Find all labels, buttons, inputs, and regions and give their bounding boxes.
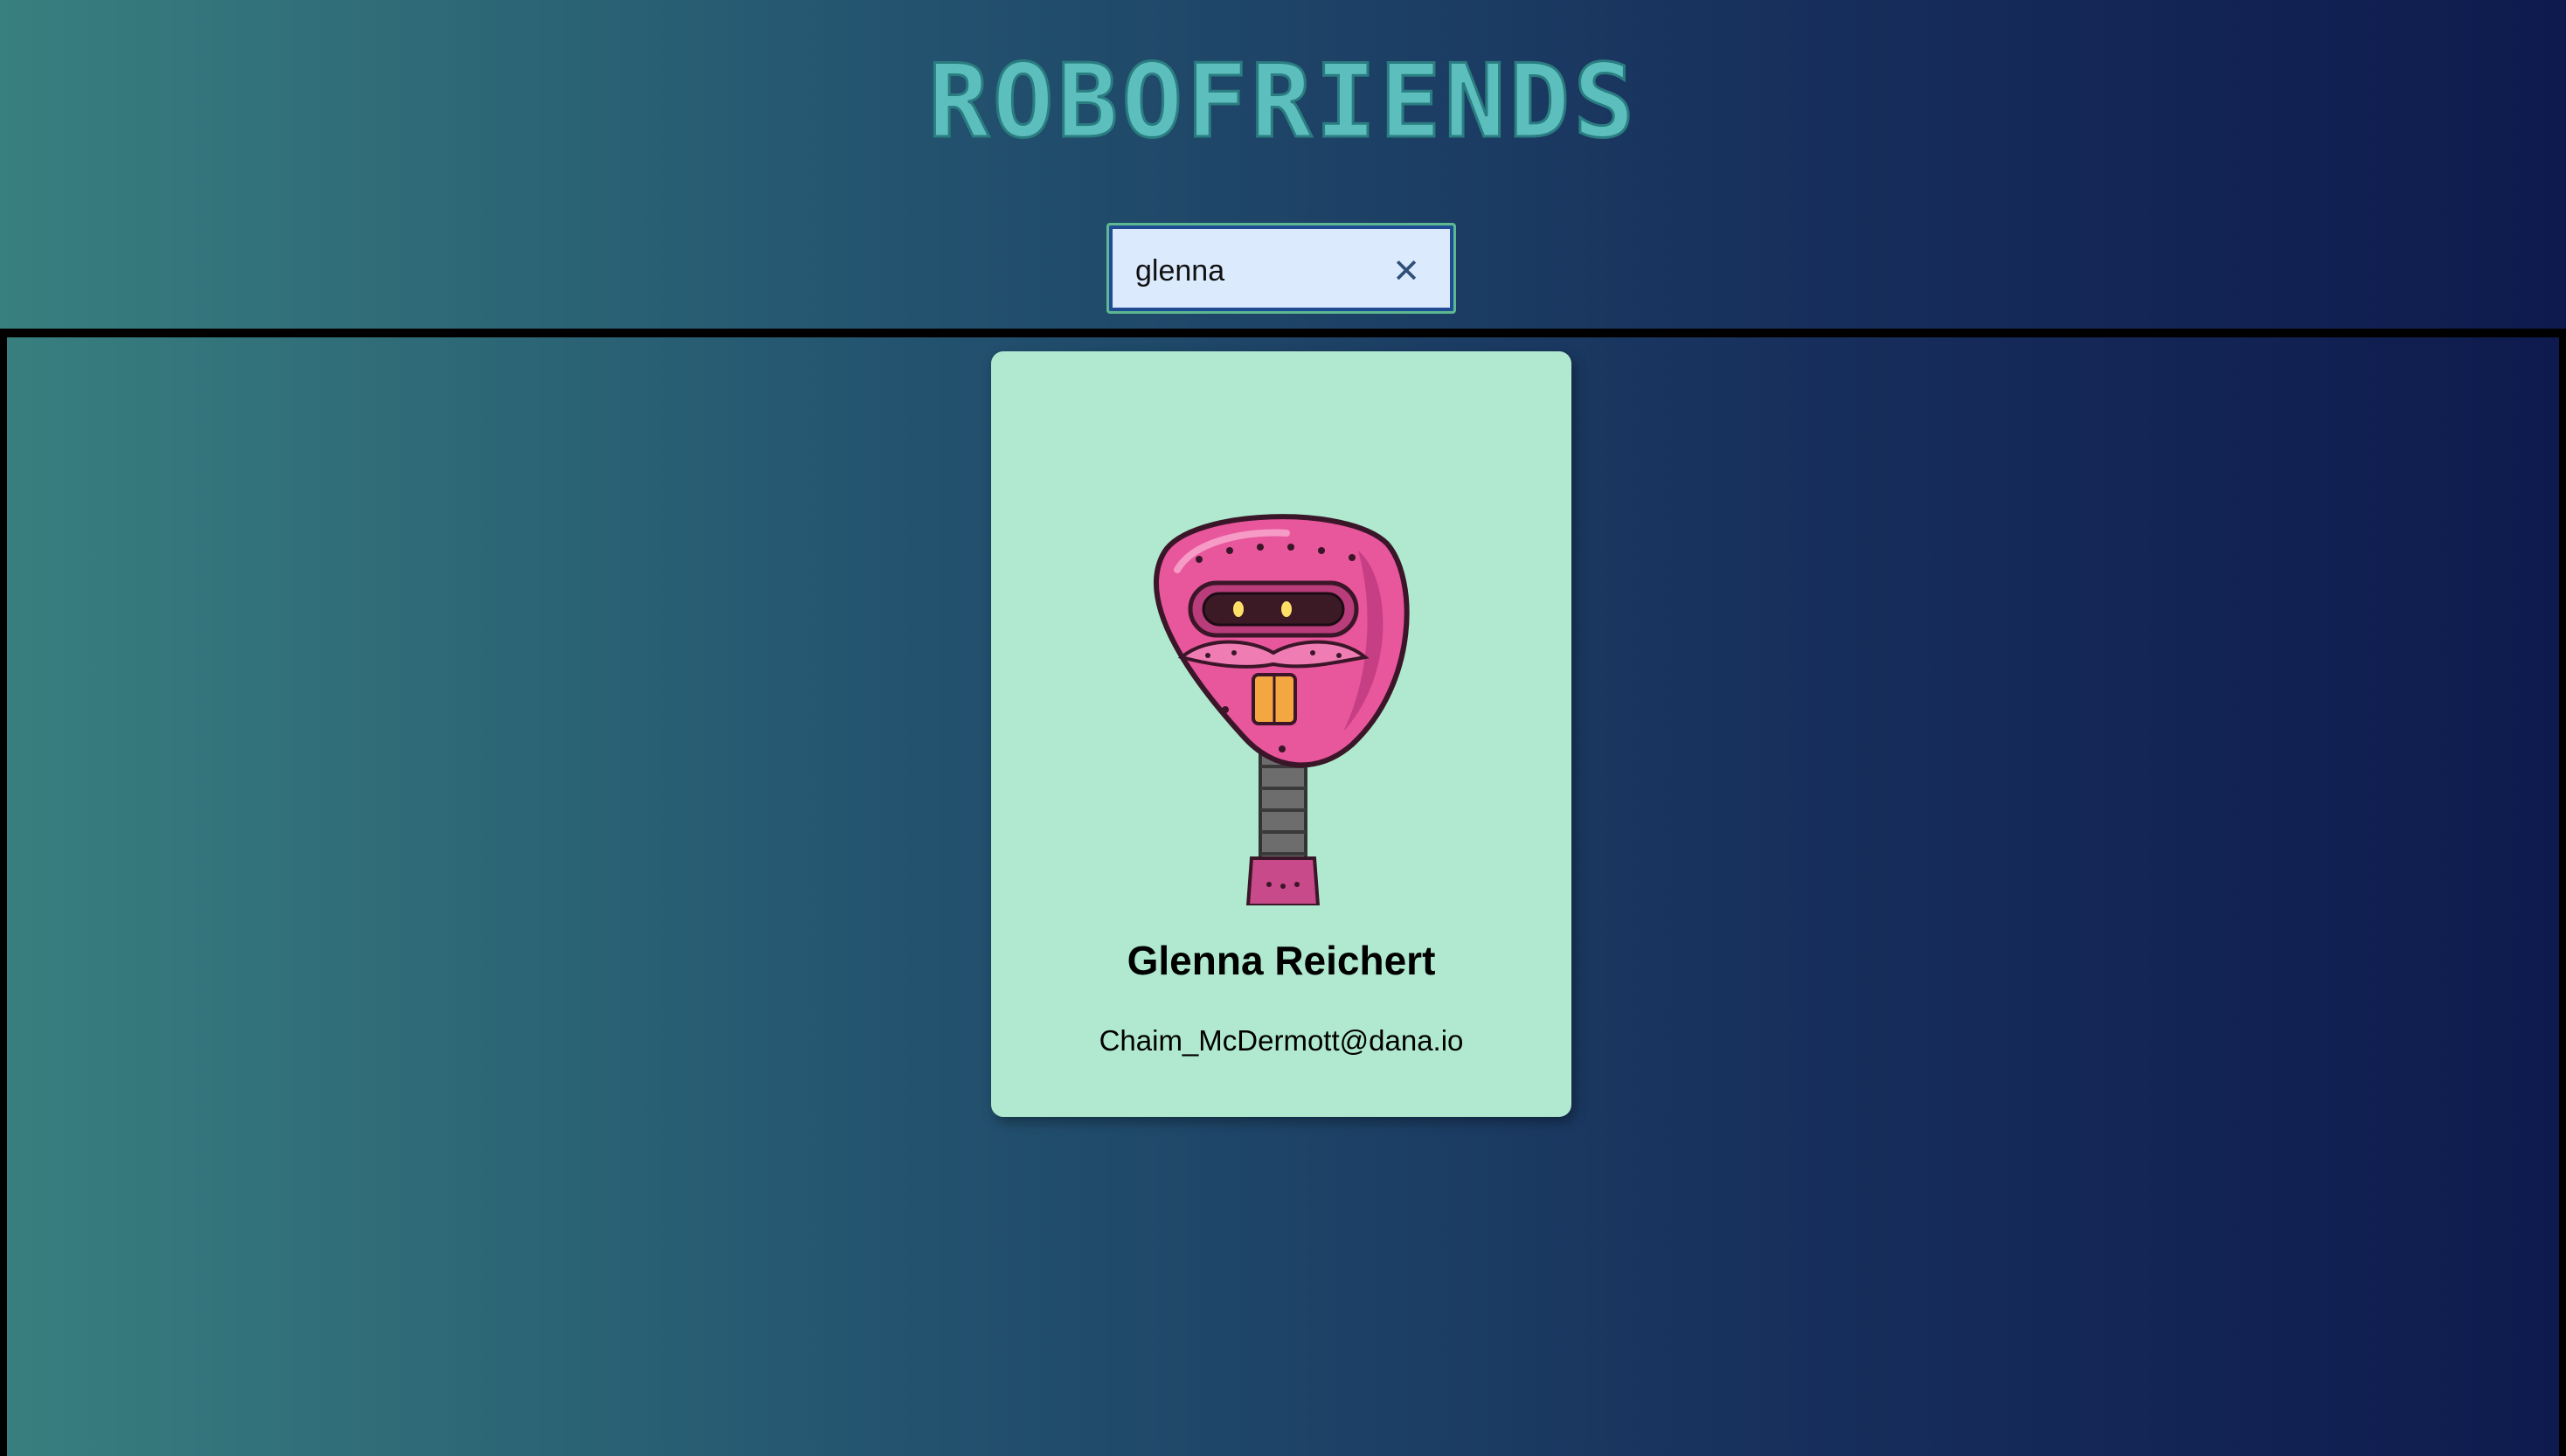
robot-email: Chaim_McDermott@dana.io [1099,1024,1464,1057]
header: ROBOFRIENDS ✕ [0,0,2566,328]
robot-name: Glenna Reichert [1127,938,1436,983]
robot-card: Glenna Reichert Chaim_McDermott@dana.io [991,351,1571,1117]
robot-avatar [1154,514,1410,905]
close-icon[interactable]: ✕ [1382,246,1431,295]
search-input[interactable] [1135,243,1389,299]
search-box[interactable]: ✕ [1106,223,1456,314]
app-title: ROBOFRIENDS [926,43,1639,161]
